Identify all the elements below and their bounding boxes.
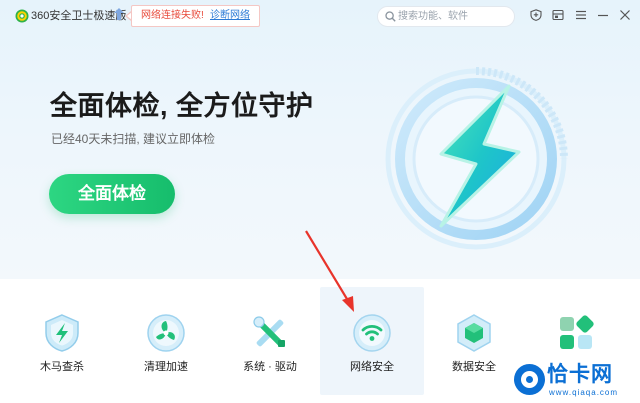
tool-trojan-scan[interactable]: 木马查杀 bbox=[10, 287, 114, 395]
upgrade-arrow-icon[interactable] bbox=[114, 8, 124, 20]
360-logo-icon bbox=[15, 9, 29, 23]
tool-label: 木马查杀 bbox=[40, 361, 84, 373]
watermark-text: 恰卡网 bbox=[547, 363, 613, 386]
diagnose-network-link[interactable]: 诊断网络 bbox=[210, 10, 250, 22]
tool-system-driver[interactable]: 系统 · 驱动 bbox=[218, 287, 322, 395]
tool-label: 网络安全 bbox=[350, 361, 394, 373]
watermark: 恰卡网 www.qiaqa.com bbox=[514, 362, 638, 400]
page-headline: 全面体检, 全方位守护 bbox=[50, 91, 314, 121]
hero-banner: 360安全卫士极速版 网络连接失败! 诊断网络 搜索功能、软件 全面体检, 全方… bbox=[0, 0, 640, 279]
full-scan-button[interactable]: 全面体检 bbox=[49, 174, 175, 214]
search-input[interactable]: 搜索功能、软件 bbox=[398, 10, 468, 24]
trojan-shield-icon bbox=[45, 314, 79, 352]
tool-label: 系统 · 驱动 bbox=[243, 361, 297, 373]
wifi-icon bbox=[353, 314, 391, 352]
search-icon bbox=[385, 11, 396, 22]
network-error-text: 网络连接失败! bbox=[141, 10, 204, 21]
tool-network-security[interactable]: 网络安全 bbox=[320, 287, 424, 395]
tools-icon bbox=[253, 316, 285, 347]
app-title: 360安全卫士极速版 bbox=[31, 10, 127, 22]
fan-cleanup-icon bbox=[147, 314, 185, 352]
tool-label: 数据安全 bbox=[452, 361, 496, 373]
more-apps-icon bbox=[560, 315, 594, 349]
data-cube-icon bbox=[457, 314, 491, 352]
minimize-icon[interactable] bbox=[597, 9, 609, 21]
scan-status-text: 已经40天未扫描, 建议立即体检 bbox=[51, 132, 216, 146]
network-notification: 网络连接失败! 诊断网络 bbox=[131, 5, 260, 27]
tool-data-security[interactable]: 数据安全 bbox=[422, 287, 526, 395]
title-bar: 360安全卫士极速版 网络连接失败! 诊断网络 搜索功能、软件 bbox=[0, 0, 640, 32]
tool-cleanup[interactable]: 清理加速 bbox=[114, 287, 218, 395]
close-icon[interactable] bbox=[619, 9, 631, 21]
menu-icon[interactable] bbox=[575, 9, 587, 21]
skin-icon[interactable] bbox=[552, 9, 564, 21]
watermark-url: www.qiaqa.com bbox=[549, 388, 619, 397]
tool-label: 清理加速 bbox=[144, 361, 188, 373]
watermark-logo-icon bbox=[514, 364, 545, 395]
search-box[interactable]: 搜索功能、软件 bbox=[377, 6, 515, 27]
lightning-shield-illustration bbox=[385, 67, 568, 250]
shield-icon[interactable] bbox=[530, 9, 542, 21]
